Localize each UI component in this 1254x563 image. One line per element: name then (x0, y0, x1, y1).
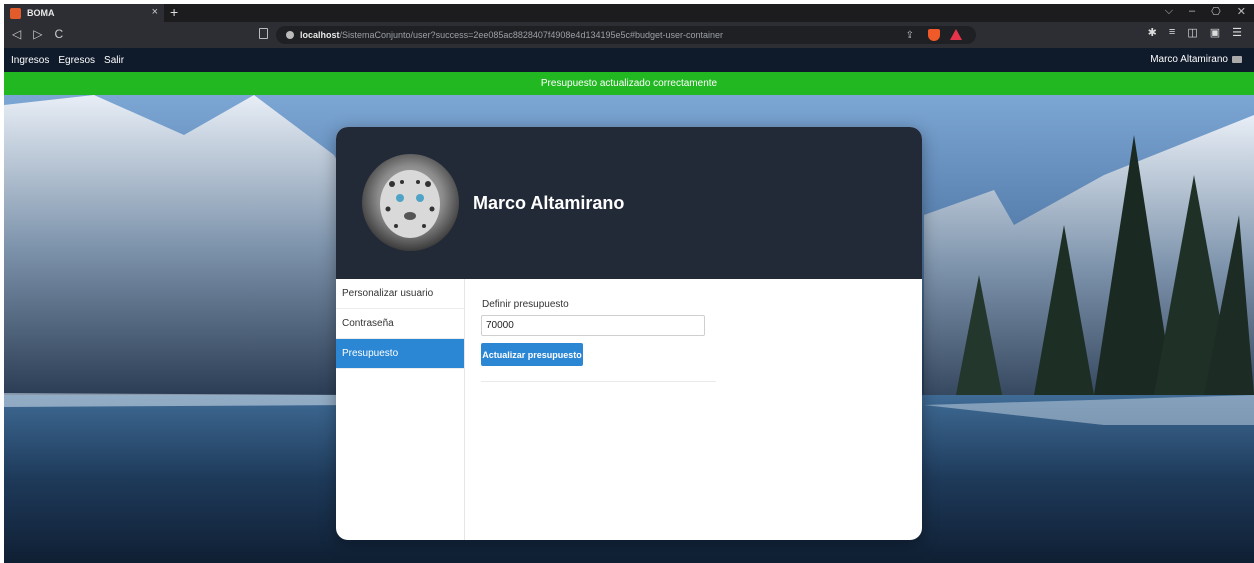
share-icon[interactable]: ⇪ (906, 30, 914, 41)
tab-title: BOMA (27, 8, 55, 18)
playlist-icon[interactable]: ≡ (1169, 26, 1175, 39)
reload-icon[interactable]: C (54, 27, 63, 41)
nav-link-ingresos[interactable]: Ingresos (11, 55, 49, 66)
brave-shields-icon[interactable] (928, 29, 940, 41)
forward-icon[interactable]: ▷ (33, 27, 42, 41)
avatar (362, 154, 459, 251)
wallet-icon[interactable]: ▣ (1210, 26, 1220, 39)
boma-favicon-icon (10, 7, 21, 19)
budget-input[interactable] (481, 315, 705, 336)
extensions-icon[interactable]: ✱ (1148, 26, 1157, 39)
sidebar-item-presupuesto[interactable]: Presupuesto (336, 339, 464, 369)
nav-link-salir[interactable]: Salir (104, 55, 124, 66)
nav-link-egresos[interactable]: Egresos (58, 55, 95, 66)
url-host: localhost (300, 30, 340, 40)
close-window-icon[interactable]: ✕ (1237, 5, 1246, 18)
new-tab-icon[interactable]: + (170, 4, 178, 20)
update-budget-button[interactable]: Actualizar presupuesto (481, 343, 583, 366)
sidebar-item-contrasena[interactable]: Contraseña (336, 309, 464, 339)
browser-toolbar: ✱ ≡ ◫ ▣ ☰ (1148, 26, 1242, 39)
settings-sidebar: Personalizar usuario Contraseña Presupue… (336, 279, 465, 540)
browser-address-bar: ◁ ▷ C localhost /SistemaConjunto/user?su… (4, 22, 1254, 48)
budget-label: Definir presupuesto (482, 299, 569, 310)
url-field[interactable]: localhost /SistemaConjunto/user?success=… (276, 26, 976, 44)
tab-search-icon[interactable]: ⌵ (1165, 5, 1173, 18)
menu-icon[interactable]: ☰ (1232, 26, 1242, 39)
brave-rewards-icon[interactable] (950, 29, 962, 40)
window-controls: ⌵ – ⎔ ✕ (1165, 5, 1246, 18)
sidebar-icon[interactable]: ◫ (1187, 26, 1197, 39)
success-alert-message: Presupuesto actualizado correctamente (540, 78, 718, 89)
browser-nav-buttons: ◁ ▷ C (12, 27, 63, 41)
close-tab-icon[interactable]: × (152, 6, 158, 18)
back-icon[interactable]: ◁ (12, 27, 21, 41)
profile-name: Marco Altamirano (473, 193, 625, 213)
snow-leopard-avatar-icon (380, 170, 440, 238)
nav-user-name: Marco Altamirano (1150, 54, 1228, 65)
browser-tabbar: BOMA × + ⌵ – ⎔ ✕ (4, 4, 1254, 22)
divider (481, 381, 716, 382)
url-path: /SistemaConjunto/user?success=2ee085ac88… (339, 30, 724, 40)
restore-icon[interactable]: ⎔ (1211, 5, 1221, 18)
user-card-icon (1232, 56, 1242, 63)
minimize-icon[interactable]: – (1189, 5, 1195, 18)
nav-user[interactable]: Marco Altamirano (1150, 54, 1242, 65)
profile-card: Marco Altamirano Personalizar usuario Co… (336, 127, 922, 540)
success-alert: Presupuesto actualizado correctamente (4, 72, 1254, 95)
site-info-icon[interactable] (286, 31, 294, 39)
browser-tab[interactable]: BOMA × (4, 4, 164, 22)
app-navbar: Ingresos Egresos Salir Marco Altamirano (4, 48, 1254, 72)
sidebar-item-personalizar-usuario[interactable]: Personalizar usuario (336, 279, 464, 309)
profile-header: Marco Altamirano (336, 127, 922, 279)
bookmark-icon[interactable] (259, 28, 268, 39)
